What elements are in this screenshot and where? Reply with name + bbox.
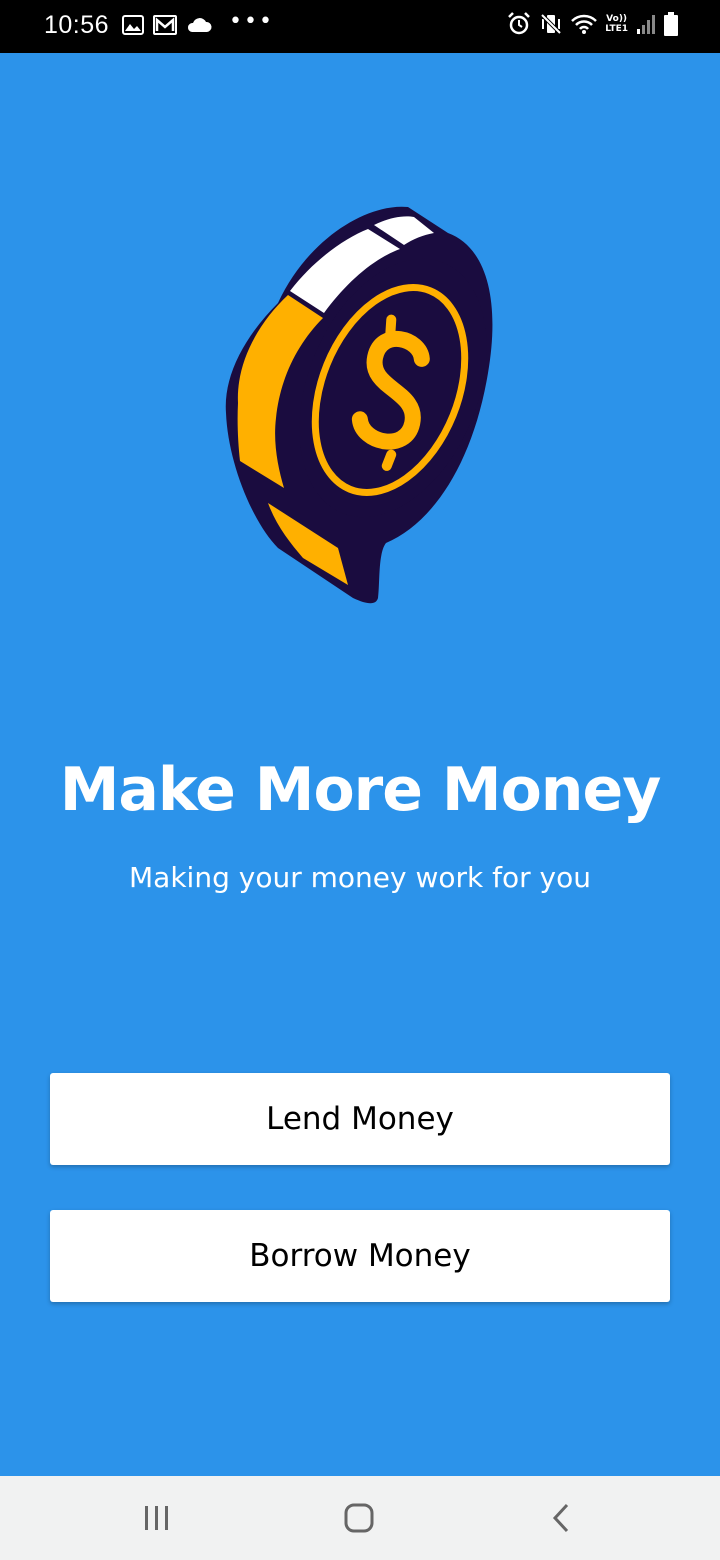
back-button[interactable] (541, 1498, 581, 1538)
borrow-money-label: Borrow Money (249, 1238, 471, 1274)
recent-apps-icon (145, 1506, 168, 1530)
gmail-icon (153, 15, 177, 35)
subline: Making your money work for you (129, 861, 591, 894)
vibrate-mute-icon (540, 13, 562, 35)
status-notification-icons: ••• (122, 11, 274, 35)
lend-money-label: Lend Money (266, 1101, 454, 1137)
home-button[interactable] (339, 1498, 379, 1538)
alarm-icon (508, 12, 531, 35)
system-nav-bar (0, 1476, 720, 1560)
headline: Make More Money (59, 755, 662, 825)
status-system-icons: Vo)) LTE1 (507, 12, 678, 36)
status-bar: 10:56 ••• Vo)) LTE1 (0, 0, 720, 53)
volte-icon: Vo)) LTE1 (605, 14, 628, 34)
borrow-money-button[interactable]: Borrow Money (50, 1210, 670, 1302)
battery-icon (664, 12, 678, 36)
cloud-icon (187, 18, 212, 32)
lend-money-button[interactable]: Lend Money (50, 1073, 670, 1165)
image-icon (122, 15, 144, 35)
home-icon (344, 1503, 374, 1533)
lte-label: LTE1 (605, 24, 628, 34)
back-icon (552, 1503, 569, 1533)
wifi-icon (571, 14, 598, 34)
signal-icon (637, 15, 655, 34)
recent-apps-button[interactable] (137, 1498, 177, 1538)
app-screen: Make More Money Making your money work f… (0, 53, 720, 1476)
volte-label: Vo)) (606, 14, 628, 24)
status-time: 10:56 (44, 11, 110, 39)
more-dots-icon: ••• (229, 9, 274, 34)
dollar-coin-icon (225, 206, 493, 604)
